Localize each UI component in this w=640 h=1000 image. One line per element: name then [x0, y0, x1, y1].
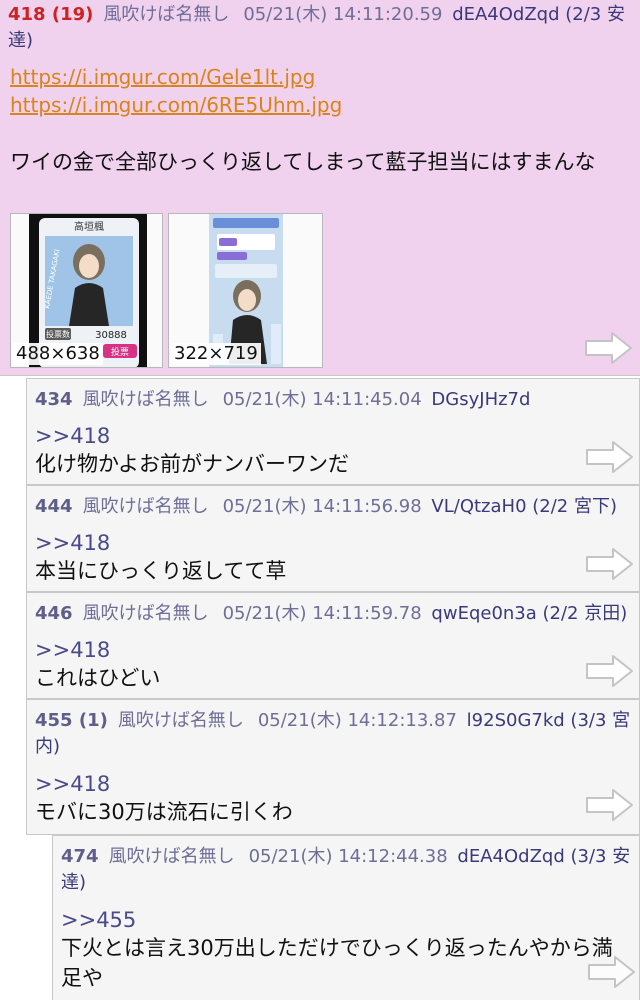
reply-anchor[interactable]: >>455 — [61, 907, 136, 933]
post-header: 455 (1) 風吹けば名無し 05/21(木) 14:12:13.87 l92S0… — [35, 708, 635, 760]
post-date: 05/21(木) 14:11:56.98 — [222, 496, 422, 517]
post-434: 434 風吹けば名無し 05/21(木) 14:11:45.04 DGsyJHz7d… — [26, 378, 640, 485]
poster-id[interactable]: qwEqe0n3a (2/2 京田) — [431, 603, 627, 624]
post-date: 05/21(木) 14:12:44.38 — [248, 846, 448, 867]
post-date: 05/21(木) 14:11:59.78 — [222, 603, 422, 624]
reply-arrow-icon[interactable] — [584, 330, 634, 366]
post-date: 05/21(木) 14:11:20.59 — [243, 4, 443, 25]
poster-id[interactable]: DGsyJHz7d — [431, 389, 530, 410]
vote-label-text: 投票数 — [46, 329, 70, 339]
post-446: 446 風吹けば名無し 05/21(木) 14:11:59.78 qwEqe0n3a… — [26, 592, 640, 699]
post-body: 本当にひっくり返してて草 — [35, 559, 287, 583]
image-dimensions: 322×719 — [171, 343, 261, 365]
reply-anchor[interactable]: >>418 — [35, 637, 110, 663]
card-name-text: 高垣楓 — [74, 220, 104, 233]
reply-anchor[interactable]: >>418 — [35, 771, 110, 797]
post-header: 446 風吹けば名無し 05/21(木) 14:11:59.78 qwEqe0n3a… — [35, 601, 627, 627]
post-number[interactable]: 434 — [35, 389, 73, 410]
reply-arrow-icon[interactable] — [585, 653, 635, 689]
image-dimensions: 488×638 — [13, 343, 103, 365]
post-474: 474 風吹けば名無し 05/21(木) 14:12:44.38 dEA4OdZqd… — [52, 835, 640, 1000]
poster-name: 風吹けば名無し — [108, 846, 235, 867]
post-number[interactable]: 444 — [35, 496, 73, 517]
post-number[interactable]: 446 — [35, 603, 73, 624]
reply-anchor[interactable]: >>418 — [35, 423, 110, 449]
image-link-2[interactable]: https://i.imgur.com/6RE5Uhm.jpg — [10, 92, 342, 118]
image-thumbnail-1[interactable]: KAEDE TAKAGAKI 高垣楓 投票数 30888 投票 488×638 — [10, 213, 163, 368]
poster-name: 風吹けば名無し — [117, 710, 244, 731]
poster-name: 風吹けば名無し — [82, 603, 209, 624]
post-header: 444 風吹けば名無し 05/21(木) 14:11:56.98 VL/QtzaH0… — [35, 494, 617, 520]
poster-name: 風吹けば名無し — [103, 4, 230, 25]
post-455: 455 (1) 風吹けば名無し 05/21(木) 14:12:13.87 l92S0… — [26, 699, 640, 835]
image-link-1[interactable]: https://i.imgur.com/Gele1lt.jpg — [10, 64, 315, 90]
reply-arrow-icon[interactable] — [585, 787, 635, 823]
poster-name: 風吹けば名無し — [82, 389, 209, 410]
post-body: 下火とは言え30万出しただけでひっくり返ったんやから満足や — [61, 936, 613, 990]
post-body: モバに30万は流石に引くわ — [35, 800, 293, 824]
post-444: 444 風吹けば名無し 05/21(木) 14:11:56.98 VL/QtzaH0… — [26, 485, 640, 592]
poster-name: 風吹けば名無し — [82, 496, 209, 517]
post-body: ワイの金で全部ひっくり返してしまって藍子担当にはすまんな — [10, 150, 596, 174]
vote-button-text: 投票 — [111, 346, 129, 358]
post-number[interactable]: 474 — [61, 846, 99, 867]
post-number[interactable]: 418 (19) — [8, 4, 93, 25]
reply-arrow-icon[interactable] — [585, 439, 635, 475]
reply-anchor[interactable]: >>418 — [35, 530, 110, 556]
post-header: 418 (19) 風吹けば名無し 05/21(木) 14:11:20.59 dEA4… — [8, 2, 634, 54]
post-body: 化け物かよお前がナンバーワンだ — [35, 452, 349, 476]
vote-count-text: 30888 — [95, 330, 127, 341]
poster-id[interactable]: VL/QtzaH0 (2/2 宮下) — [431, 496, 617, 517]
post-header: 434 風吹けば名無し 05/21(木) 14:11:45.04 DGsyJHz7d — [35, 387, 530, 413]
post-header: 474 風吹けば名無し 05/21(木) 14:12:44.38 dEA4OdZqd… — [61, 844, 635, 896]
post-body: これはひどい — [35, 666, 161, 690]
post-date: 05/21(木) 14:12:13.87 — [257, 710, 457, 731]
post-number[interactable]: 455 (1) — [35, 710, 108, 731]
image-thumbnail-2[interactable]: 322×719 — [168, 213, 323, 368]
reply-arrow-icon[interactable] — [585, 546, 635, 582]
post-date: 05/21(木) 14:11:45.04 — [222, 389, 422, 410]
post-418: 418 (19) 風吹けば名無し 05/21(木) 14:11:20.59 dEA4… — [0, 0, 640, 376]
reply-arrow-icon[interactable] — [587, 954, 637, 990]
